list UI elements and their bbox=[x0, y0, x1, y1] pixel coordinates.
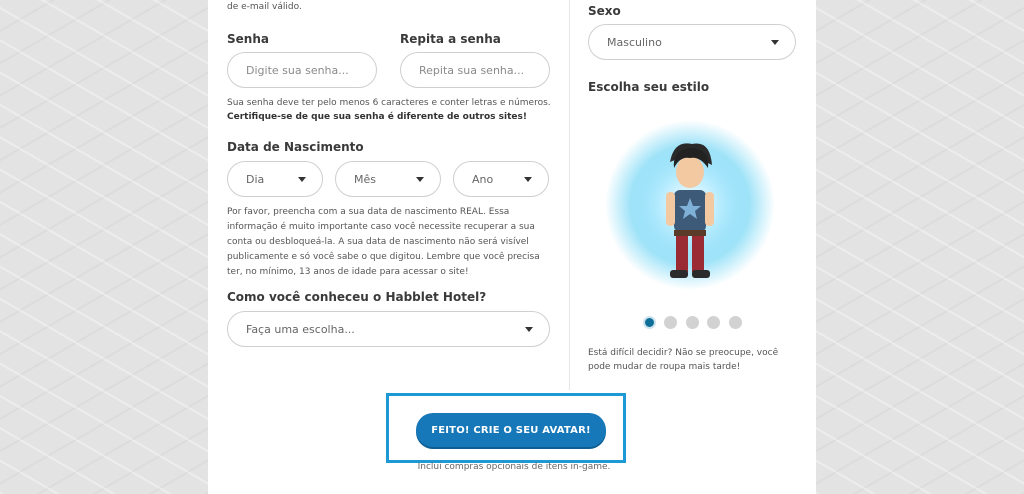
carousel-dot-4[interactable] bbox=[707, 316, 720, 329]
carousel-dot-1[interactable] bbox=[643, 316, 656, 329]
birthdate-hint: Por favor, preencha com a sua data de na… bbox=[227, 205, 567, 280]
style-hint-line: Está difícil decidir? Não se preocupe, v… bbox=[588, 348, 779, 358]
birthdate-label: Data de Nascimento bbox=[227, 140, 364, 154]
background-right bbox=[816, 0, 1024, 494]
password-hint-bold: Certifique-se de que sua senha é diferen… bbox=[227, 112, 527, 122]
source-select-value: Faça uma escolha... bbox=[246, 322, 355, 336]
password-hint: Sua senha deve ter pelo menos 6 caracter… bbox=[227, 98, 551, 108]
chevron-down-icon bbox=[771, 40, 779, 45]
source-label: Como você conheceu o Habblet Hotel? bbox=[227, 290, 487, 304]
carousel-dot-5[interactable] bbox=[729, 316, 742, 329]
gender-label: Sexo bbox=[588, 4, 621, 18]
birthdate-hint-line: publicamente e só você sabe o que digito… bbox=[227, 252, 540, 262]
day-select-value: Dia bbox=[246, 172, 265, 186]
carousel-dot-3[interactable] bbox=[686, 316, 699, 329]
avatar-preview bbox=[605, 120, 775, 290]
email-hint: de e-mail válido. bbox=[227, 2, 302, 12]
birthdate-hint-line: Por favor, preencha com a sua data de na… bbox=[227, 207, 510, 217]
year-select-value: Ano bbox=[472, 172, 494, 186]
gender-select[interactable]: Masculino bbox=[588, 24, 796, 60]
background-left bbox=[0, 0, 208, 494]
month-select[interactable]: Mês bbox=[335, 161, 441, 197]
chevron-down-icon bbox=[525, 327, 533, 332]
password-input[interactable]: Digite sua senha... bbox=[227, 52, 377, 88]
chevron-down-icon bbox=[298, 177, 306, 182]
column-divider bbox=[569, 0, 570, 390]
source-select[interactable]: Faça uma escolha... bbox=[227, 311, 550, 347]
year-select[interactable]: Ano bbox=[453, 161, 549, 197]
birthdate-hint-line: ter, no mínimo, 13 anos de idade para ac… bbox=[227, 267, 469, 277]
style-label: Escolha seu estilo bbox=[588, 80, 710, 94]
birthdate-hint-line: informação é muito importante caso você … bbox=[227, 222, 535, 232]
chevron-down-icon bbox=[524, 177, 532, 182]
create-avatar-button[interactable]: FEITO! CRIE O SEU AVATAR! bbox=[416, 413, 606, 447]
cta-note: Inclui compras opcionais de itens in-gam… bbox=[417, 462, 611, 472]
month-select-value: Mês bbox=[354, 172, 376, 186]
chevron-down-icon bbox=[416, 177, 424, 182]
password-repeat-label: Repita a senha bbox=[400, 32, 501, 46]
password-repeat-input[interactable]: Repita sua senha... bbox=[400, 52, 550, 88]
password-label: Senha bbox=[227, 32, 269, 46]
gender-select-value: Masculino bbox=[607, 35, 662, 49]
style-hint-line: pode mudar de roupa mais tarde! bbox=[588, 362, 741, 372]
carousel-dot-2[interactable] bbox=[664, 316, 677, 329]
birthdate-hint-line: conta ou desbloqueá-la. A sua data de na… bbox=[227, 237, 529, 247]
day-select[interactable]: Dia bbox=[227, 161, 323, 197]
